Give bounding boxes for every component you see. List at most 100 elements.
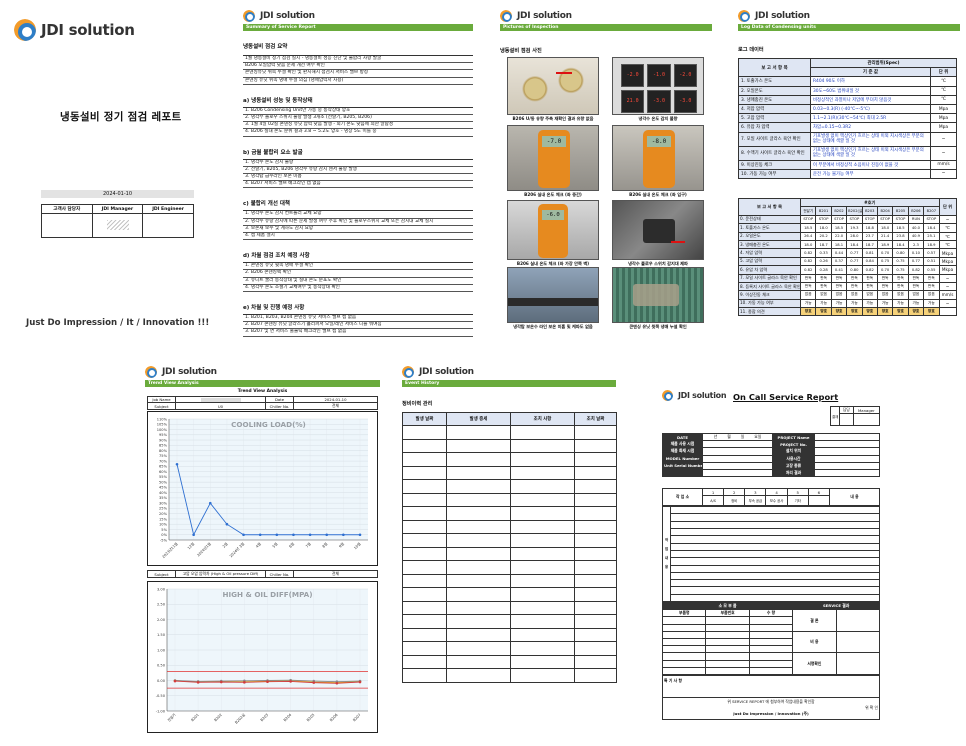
log-heading: 로그 데이터	[738, 47, 764, 53]
event-cell	[510, 627, 575, 642]
content-label: 내 용	[829, 487, 880, 507]
event-cell	[574, 479, 617, 494]
oncall-label: DATE	[662, 432, 703, 442]
unit-cell: 18.9	[923, 239, 940, 250]
spec-item: 8. 수액기 사이트 글라스 육안 확인	[738, 145, 811, 161]
parts-cell	[661, 623, 707, 632]
brand-name: JDI solution	[260, 11, 315, 21]
unit-cell: 없음	[830, 290, 848, 300]
oncall-row: 제품 사용 시점 PROJECT No.	[662, 440, 880, 449]
kind-number: 3	[744, 487, 767, 497]
situation-table: 작 업 내 용	[662, 506, 880, 603]
data-point	[312, 681, 316, 684]
spec-row: 9. 이상진동 체크 이 부분에서 비정상적 소음이나 진동이 없을 것 mm/s	[738, 159, 957, 170]
summary-intro: 1월 냉동설비 정기 점검 실시 - 냉동설비 성능 진단 및 불합리 사항 발…	[243, 55, 473, 85]
unit-cell: 양호	[907, 307, 925, 317]
sign-cell	[142, 213, 194, 238]
unit-cell: 18.5	[799, 223, 817, 233]
unit-name: B204	[876, 206, 894, 216]
approval-cell	[839, 413, 854, 427]
spec-item: 3. 냉매충진 온도	[738, 94, 811, 105]
spec-row: 3. 냉매충진 온도 비정상적인 과열이나 저압에 무뎌치 않음것 ℃	[738, 94, 957, 105]
event-cell	[510, 641, 575, 656]
situation-line	[670, 557, 880, 566]
unit-cell: 0.84	[861, 256, 878, 267]
unit-cell: 가능	[846, 298, 863, 309]
event-cell	[402, 452, 447, 467]
summary-sections: a) 냉동설비 성능 및 동작상태 1. B206 Condensing Unit…	[243, 96, 473, 337]
unit-cell: ~	[938, 273, 957, 283]
unit-cell: 가능	[799, 298, 817, 309]
oncall-work-area: 작 업 소123456내 용 A/S 정비 부속 공급 보수 공사 기타 작 업 내 용소 …	[661, 487, 881, 720]
sign-header: JDI Engineer	[142, 204, 194, 214]
spec-value: 1.1~2.1(R)(30℃~54℃) 최대 2.5R	[810, 113, 931, 124]
approval-head: 담당	[839, 405, 854, 415]
event-cell	[574, 627, 617, 642]
event-cell	[446, 492, 511, 507]
special-table: 특 기 사 항위 SERVICE REPORT 에 첨부하여 작업내용을 확인함…	[662, 674, 880, 720]
y-tick-label: 20%	[159, 512, 168, 516]
data-point	[358, 680, 362, 684]
unit-cell: STOP	[799, 214, 817, 225]
parts-cell	[705, 666, 750, 675]
summary-section-lines: 1. 콘덴싱 유닛 윗쪽 냉매 누설 확인 2. B206 콘덴싱팩 확인 3. 유…	[243, 262, 473, 293]
thermometer-body: -7.0	[538, 130, 570, 188]
oncall-footer: Just Do Impression / Innovation (주)	[733, 711, 809, 717]
event-cell	[402, 627, 447, 642]
data-point	[196, 681, 200, 684]
y-tick-label: 80%	[159, 449, 168, 453]
parts-cell	[705, 645, 750, 654]
situation-line	[670, 520, 880, 530]
data-point	[325, 533, 329, 537]
parts-cell	[748, 652, 794, 661]
pipe-part	[508, 298, 598, 306]
unit-cell: 18.4	[892, 239, 909, 250]
unit-cell: 판독	[846, 281, 863, 292]
data-point	[292, 533, 295, 537]
unit-row: 5. 고압 압력 0.82 0.26 0.37 0.77 0.84 0.75 0.75 0.77…	[738, 256, 957, 267]
unit-table: 보 고 서 항 목#호기단 위전달기B201B202B202(실)B203B20…	[738, 197, 957, 317]
situation-row	[663, 513, 880, 522]
unit-cell: 양호	[799, 307, 817, 317]
y-tick-label: -1.00	[156, 709, 166, 713]
parts-cell	[748, 659, 794, 668]
unit-cell: 18.8	[861, 223, 878, 233]
line-item: 2. 전달기, B205, B206 냉각수 유량 감지 센서 불량 발생	[243, 167, 473, 175]
unit-name: B203	[861, 206, 878, 216]
spec-unit: ~	[930, 145, 957, 161]
line-item: 콘덴싱유닛 위쪽 누설 확인 및 판지해치 점검치 서비스 밸브 방청	[243, 70, 473, 78]
spec-row: 5. 고압 압력 1.1~2.1(R)(30℃~54℃) 최대 2.5R Mpa	[738, 113, 957, 124]
event-header-row: 발생 날짜 발생 증세 조치 사항 조치 날짜	[402, 412, 617, 426]
section-bar: Pictures of Inspection	[500, 24, 712, 31]
oncall-value	[814, 440, 880, 449]
data-point	[289, 680, 292, 683]
photo-pipe	[507, 267, 599, 323]
event-row	[402, 546, 617, 561]
kind-number: 4	[765, 487, 788, 497]
data-point	[175, 462, 179, 466]
unit-cell: 0.57	[923, 248, 940, 258]
kind-number: 5	[786, 487, 809, 497]
event-cell	[574, 452, 617, 467]
event-cell	[510, 438, 575, 453]
thermometer-display: -6.0	[542, 210, 564, 220]
unit-cell: 0.77	[907, 256, 925, 267]
data-point	[242, 533, 245, 537]
unit-row: 11. 종합 의견 양호 양호 양호 양호 양호 양호 양호 양호 양호	[738, 307, 957, 317]
spec-unit: Mpa	[930, 113, 957, 124]
unit-cell: 0.80	[892, 248, 909, 258]
y-tick-label: 55%	[159, 475, 168, 479]
brand-logo: JDI solution	[402, 366, 616, 378]
y-tick-label: 110%	[157, 417, 168, 421]
unit-cell: Mkpa	[938, 248, 957, 258]
spec-table: 보 고 서 항 목 관리범위(Spec) 기 준 값단 위 1. 토출가스 온도 R40…	[738, 57, 957, 179]
data-point	[358, 533, 362, 537]
service-label: 비 용	[792, 630, 837, 654]
y-tick-label: 40%	[159, 491, 168, 495]
summary-section-title: d) 차월 점검 조치 예정 사항	[243, 253, 310, 260]
jdi-logo-icon	[243, 10, 255, 22]
spec-value: 기포발생 없이 액상인가 흐르는 상태 이외 지시색상은 무분의 없는 상태에 …	[810, 145, 931, 161]
line-item: 콘덴싱 유닛 위쪽 냉매 누설 의심 (냉매압력저 사용)	[243, 78, 473, 85]
event-row	[402, 573, 617, 588]
summary-heading: 냉동설비 점검 요약	[243, 44, 288, 50]
